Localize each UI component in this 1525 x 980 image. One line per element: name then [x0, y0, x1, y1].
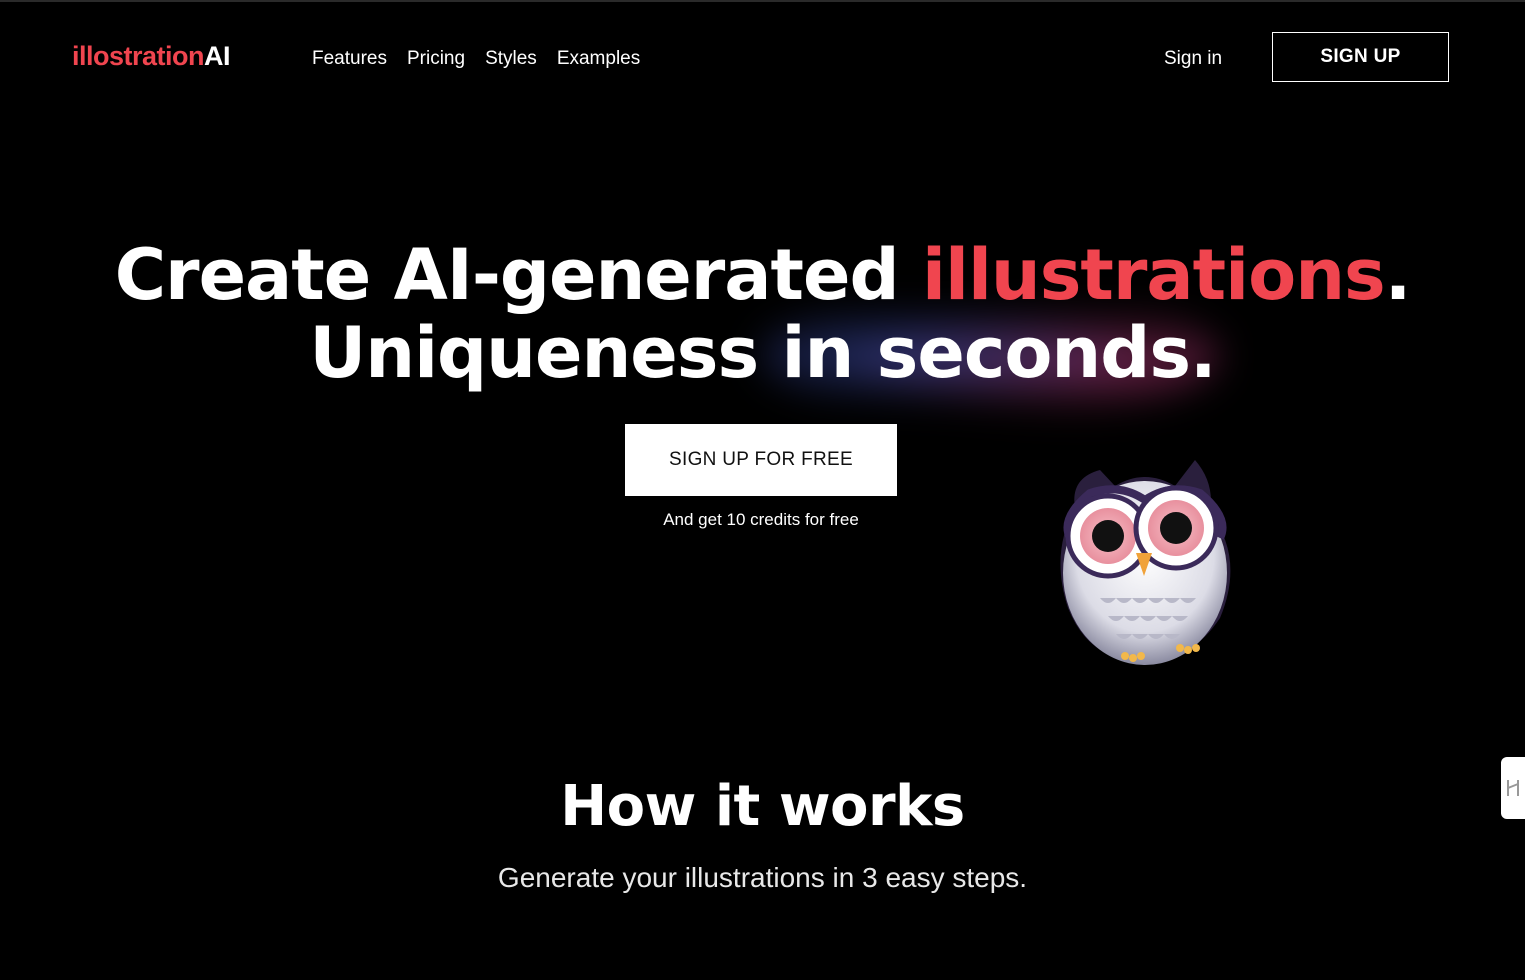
landing-page: illostrationAI Features Pricing Styles E… [0, 0, 1525, 980]
how-it-works-title: How it works [560, 774, 965, 839]
side-widget-tab[interactable] [1501, 757, 1525, 819]
sign-up-for-free-button[interactable]: SIGN UP FOR FREE [625, 424, 897, 496]
logo-text-ai: AI [204, 41, 231, 71]
nav-link-pricing[interactable]: Pricing [407, 45, 465, 73]
cta-subtext: And get 10 credits for free [663, 510, 859, 529]
headline-line1-period: . [1384, 234, 1412, 316]
main-nav: Features Pricing Styles Examples [312, 45, 640, 73]
hero-headline: Create AI-generated illustrations. Uniqu… [0, 236, 1525, 392]
owl-illustration [1060, 460, 1231, 665]
how-it-works-subtitle: Generate your illustrations in 3 easy st… [497, 862, 1028, 893]
sign-up-button[interactable]: SIGN UP [1272, 32, 1449, 82]
widget-tab-icon [1507, 780, 1519, 796]
logo-text-primary: illostration [72, 41, 205, 71]
headline-line2-text: Uniqueness in seconds. [309, 312, 1216, 394]
nav-link-styles[interactable]: Styles [485, 45, 537, 73]
top-border [0, 0, 1525, 2]
nav-link-examples[interactable]: Examples [557, 45, 640, 73]
headline-line1-text: Create AI-generated [114, 234, 922, 316]
headline-accent-word: illustrations [921, 234, 1386, 316]
sign-in-link[interactable]: Sign in [1164, 45, 1222, 73]
brand-logo[interactable]: illostrationAI [72, 38, 231, 74]
nav-link-features[interactable]: Features [312, 45, 387, 73]
